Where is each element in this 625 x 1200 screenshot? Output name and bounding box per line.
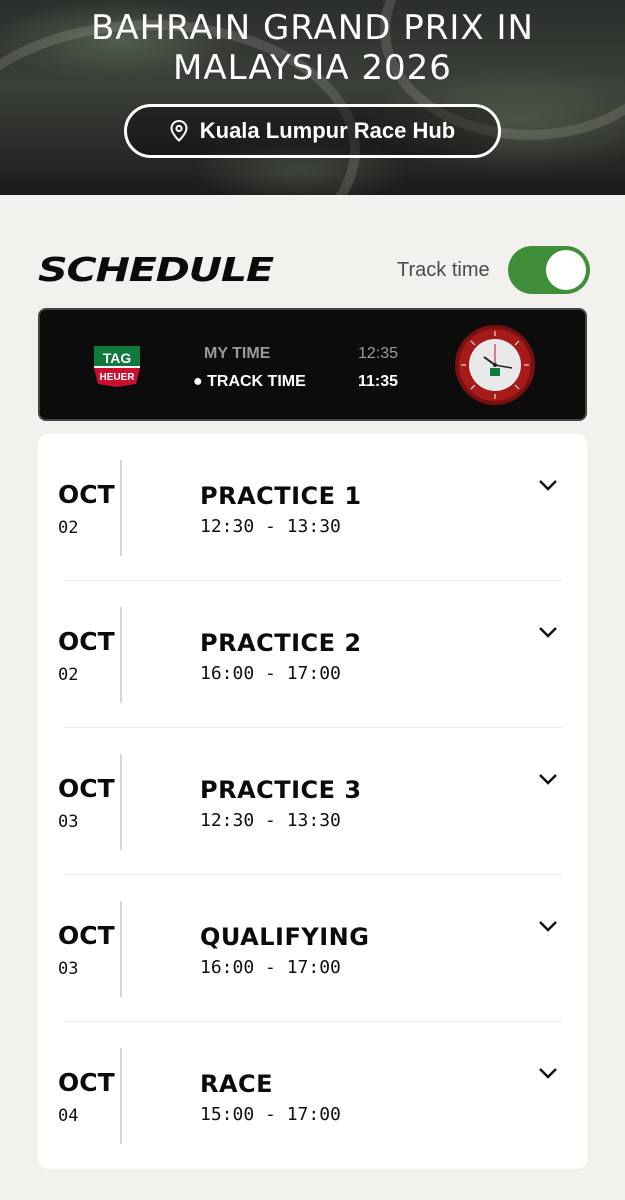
session-row[interactable]: OCT 04 RACE 15:00 - 17:00 [38, 1022, 587, 1169]
schedule-heading: SCHEDULE [38, 250, 274, 289]
date-divider [120, 901, 122, 997]
session-name: PRACTICE 1 [200, 482, 362, 510]
session-time: 16:00 - 17:00 [200, 663, 341, 684]
date-divider [120, 754, 122, 850]
session-row[interactable]: OCT 03 QUALIFYING 16:00 - 17:00 [38, 875, 587, 1022]
session-month: OCT [58, 921, 115, 950]
session-day: 04 [58, 1106, 79, 1126]
session-day: 02 [58, 665, 79, 685]
session-name: QUALIFYING [200, 923, 370, 951]
race-hub-button[interactable]: Kuala Lumpur Race Hub [124, 104, 501, 158]
tag-heuer-logo: TAG HEUER [94, 346, 140, 387]
track-time-toggle-label: Track time [397, 259, 490, 281]
track-time-label: ● TRACK TIME [193, 373, 306, 390]
location-pin-icon [170, 120, 188, 142]
tag-logo-bottom-text: HEUER [99, 372, 135, 383]
session-month: OCT [58, 480, 115, 509]
toggle-knob [546, 250, 586, 290]
my-time-value: 12:35 [358, 345, 399, 362]
chevron-down-icon[interactable] [538, 478, 558, 492]
session-row[interactable]: OCT 02 PRACTICE 1 12:30 - 13:30 [38, 434, 587, 581]
chevron-down-icon[interactable] [538, 1066, 558, 1080]
date-divider [120, 607, 122, 703]
session-time: 15:00 - 17:00 [200, 1104, 341, 1125]
session-month: OCT [58, 1068, 115, 1097]
session-time: 16:00 - 17:00 [200, 957, 341, 978]
session-row[interactable]: OCT 02 PRACTICE 2 16:00 - 17:00 [38, 581, 587, 728]
chevron-down-icon[interactable] [538, 772, 558, 786]
track-time-value: 11:35 [358, 373, 399, 390]
session-time: 12:30 - 13:30 [200, 810, 341, 831]
session-name: RACE [200, 1070, 274, 1098]
session-row[interactable]: OCT 03 PRACTICE 3 12:30 - 13:30 [38, 728, 587, 875]
session-day: 02 [58, 518, 79, 538]
chevron-down-icon[interactable] [538, 919, 558, 933]
page-title: BAHRAIN GRAND PRIX IN MALAYSIA 2026 [0, 8, 625, 88]
session-name: PRACTICE 2 [200, 629, 362, 657]
session-name: PRACTICE 3 [200, 776, 362, 804]
time-comparison-bar: TAG HEUER MY TIME ● TRACK TIME 12:35 11:… [38, 308, 587, 421]
session-month: OCT [58, 774, 115, 803]
tag-logo-top-text: TAG [103, 350, 132, 366]
session-month: OCT [58, 627, 115, 656]
title-line-2: MALAYSIA 2026 [173, 48, 452, 88]
title-line-1: BAHRAIN GRAND PRIX IN [91, 8, 534, 48]
date-divider [120, 1048, 122, 1144]
track-time-label-text: TRACK TIME [207, 373, 306, 390]
hero-banner: BAHRAIN GRAND PRIX IN MALAYSIA 2026 Kual… [0, 0, 625, 195]
track-time-toggle[interactable] [508, 246, 590, 294]
watch-icon [455, 325, 535, 405]
date-divider [120, 460, 122, 556]
chevron-down-icon[interactable] [538, 625, 558, 639]
session-day: 03 [58, 812, 79, 832]
my-time-label: MY TIME [204, 345, 271, 362]
sessions-list: OCT 02 PRACTICE 1 12:30 - 13:30 OCT 02 P… [38, 434, 587, 1169]
session-time: 12:30 - 13:30 [200, 516, 341, 537]
race-hub-label: Kuala Lumpur Race Hub [199, 118, 456, 143]
session-day: 03 [58, 959, 79, 979]
